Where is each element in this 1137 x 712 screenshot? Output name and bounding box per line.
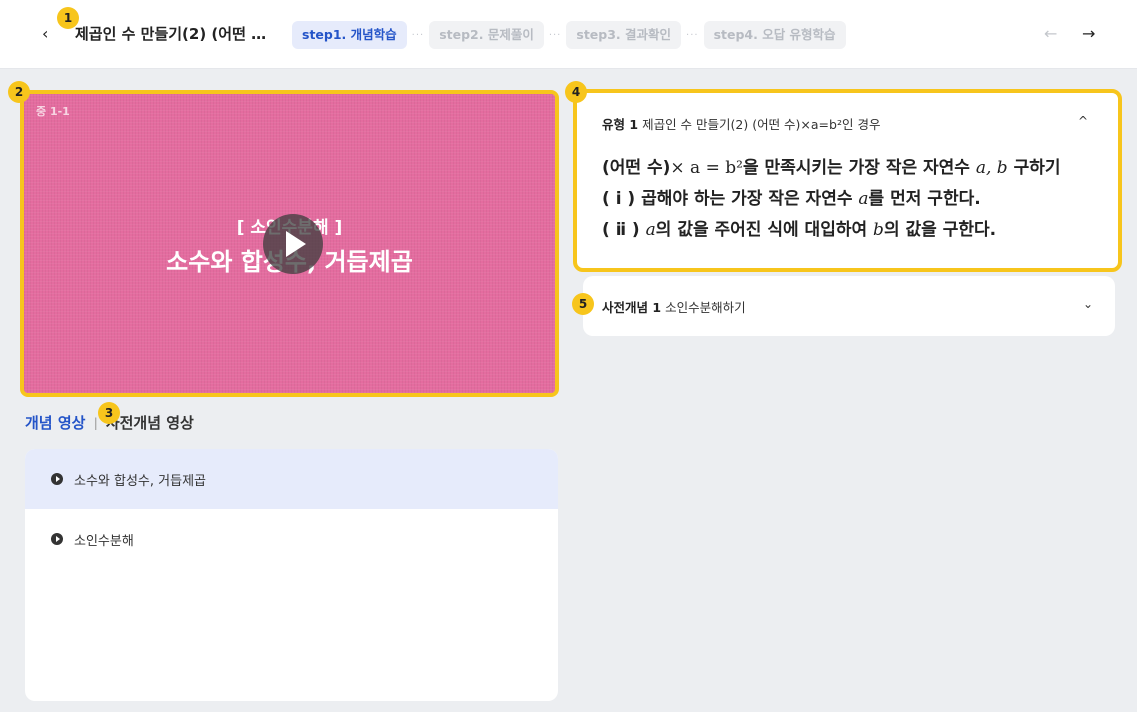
chevron-up-icon[interactable]: ^ xyxy=(1078,114,1088,128)
line-text: 의 값을 구한다. xyxy=(883,220,997,240)
badge-2: 2 xyxy=(8,81,30,103)
badge-4: 4 xyxy=(565,81,587,103)
concept-line-3: ( ⅱ ) a의 값을 주어진 식에 대입하여 b의 값을 구한다. xyxy=(602,215,1061,246)
tab-concept-video[interactable]: 개념 영상 xyxy=(25,412,85,433)
step1-tab[interactable]: step1. 개념학습 xyxy=(292,21,407,49)
step4-tab[interactable]: step4. 오답 유형학습 xyxy=(703,21,846,49)
line-text: (어떤 수) xyxy=(602,158,671,178)
page-title: 제곱인 수 만들기(2) (어떤 … xyxy=(75,25,267,43)
video-list: 소수와 합성수, 거듭제곱 소인수분해 xyxy=(25,449,558,701)
line-text: ( ⅱ ) xyxy=(602,220,640,240)
list-item-label: 소수와 합성수, 거듭제곱 xyxy=(74,473,206,489)
line-text: ( ⅰ ) 곱해야 하는 가장 작은 자연수 xyxy=(602,189,853,209)
type-title: 제곱인 수 만들기(2) (어떤 수)×a=b²인 경우 xyxy=(642,117,881,132)
badge-1: 1 xyxy=(57,7,79,29)
math-text: a xyxy=(645,220,656,240)
math-text: b xyxy=(873,220,884,240)
line-text: 를 먼저 구한다. xyxy=(868,189,981,209)
chevron-down-icon[interactable]: ⌄ xyxy=(1083,297,1093,311)
concept-line-2: ( ⅰ ) 곱해야 하는 가장 작은 자연수 a를 먼저 구한다. xyxy=(602,184,1061,215)
prereq-title: 소인수분해하기 xyxy=(665,300,746,315)
step-separator: ··· xyxy=(686,29,699,41)
video-player[interactable]: 중 1-1 [ 소인수분해 ] 소수와 합성수, 거듭제곱 xyxy=(20,90,559,397)
concept-body: (어떤 수)× a = b²을 만족시키는 가장 작은 자연수 a, b 구하기… xyxy=(602,153,1061,246)
step2-tab[interactable]: step2. 문제풀이 xyxy=(429,21,544,49)
play-circle-icon xyxy=(51,473,63,485)
list-item[interactable]: 소수와 합성수, 거듭제곱 xyxy=(25,449,558,509)
list-item-label: 소인수분해 xyxy=(74,533,134,549)
step-separator: ··· xyxy=(411,29,425,41)
line-text: 구하기 xyxy=(1013,158,1061,178)
list-item[interactable]: 소인수분해 xyxy=(25,509,558,569)
type-label: 유형 1 xyxy=(602,117,639,132)
math-text: a xyxy=(858,189,869,209)
step-nav: step1. 개념학습 ··· step2. 문제풀이 ··· step3. 결… xyxy=(292,21,846,49)
step3-tab[interactable]: step3. 결과확인 xyxy=(566,21,682,49)
video-code: 중 1-1 xyxy=(36,105,70,118)
concept-card-header[interactable]: 유형 1 제곱인 수 만들기(2) (어떤 수)×a=b²인 경우 xyxy=(602,114,880,133)
prev-arrow-icon[interactable]: ← xyxy=(1044,24,1057,43)
prereq-card-header: 사전개념 1 소인수분해하기 xyxy=(602,297,746,316)
badge-3: 3 xyxy=(98,402,120,424)
tab-divider: | xyxy=(93,415,98,430)
prereq-card[interactable]: 사전개념 1 소인수분해하기 ⌄ xyxy=(583,276,1115,336)
next-arrow-icon[interactable]: → xyxy=(1082,24,1095,43)
concept-line-1: (어떤 수)× a = b²을 만족시키는 가장 작은 자연수 a, b 구하기 xyxy=(602,153,1061,184)
concept-card: 유형 1 제곱인 수 만들기(2) (어떤 수)×a=b²인 경우 ^ (어떤 수… xyxy=(573,89,1122,272)
top-bar: ‹ 제곱인 수 만들기(2) (어떤 … step1. 개념학습 ··· ste… xyxy=(0,0,1137,69)
badge-5: 5 xyxy=(572,293,594,315)
math-text: a, b xyxy=(975,158,1008,178)
back-icon[interactable]: ‹ xyxy=(42,24,60,44)
play-icon[interactable] xyxy=(263,214,323,274)
line-text: 의 값을 주어진 식에 대입하여 xyxy=(655,220,868,240)
prereq-label: 사전개념 1 xyxy=(602,300,662,315)
line-text: 을 만족시키는 가장 작은 자연수 xyxy=(742,158,970,178)
math-text: × a = b² xyxy=(670,158,743,178)
play-circle-icon xyxy=(51,533,63,545)
video-thumbnail: 중 1-1 [ 소인수분해 ] 소수와 합성수, 거듭제곱 xyxy=(24,94,555,393)
step-separator: ··· xyxy=(548,29,562,41)
